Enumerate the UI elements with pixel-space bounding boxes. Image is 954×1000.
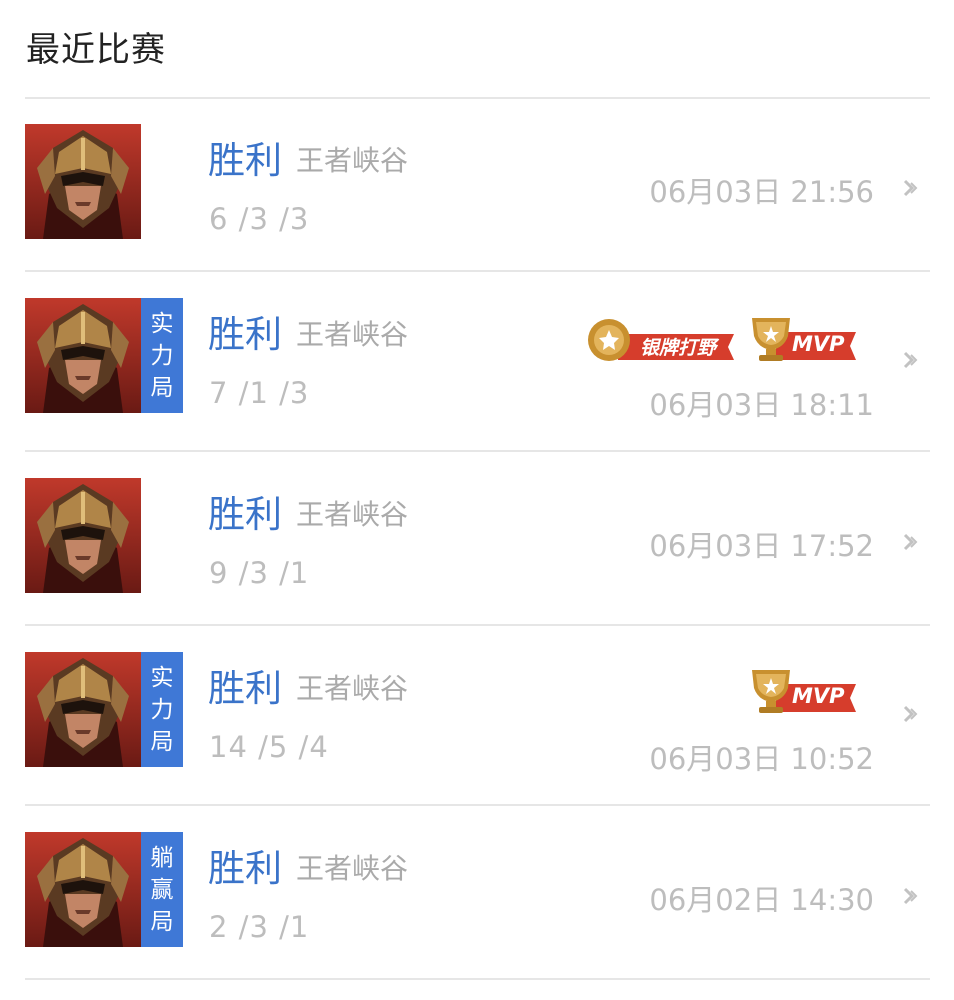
map-name: 王者峡谷 — [296, 852, 409, 885]
hero-avatar — [25, 832, 141, 947]
badge-silver-jungle: 银牌打野 — [584, 316, 736, 364]
hero-avatar — [25, 298, 141, 413]
kda: 2 /3 /1 — [209, 910, 310, 944]
match-result: 胜利 — [208, 139, 282, 182]
match-row[interactable]: 实 力 局 胜利 王者峡谷 14 /5 /4 MVP 06月03日 10:52 — [0, 626, 954, 804]
match-time: 06月02日 14:30 — [649, 883, 874, 917]
badge-label: 银牌打野 — [640, 337, 717, 359]
badge-mvp: MVP — [746, 666, 858, 716]
map-name: 王者峡谷 — [296, 498, 409, 531]
map-name: 王者峡谷 — [296, 144, 409, 177]
mode-tag: 躺 赢 局 — [141, 832, 183, 947]
map-name: 王者峡谷 — [296, 318, 409, 351]
badge-mvp: MVP — [746, 314, 858, 364]
match-row[interactable]: 实 力 局 胜利 王者峡谷 7 /1 /3 银牌打野 MVP 06月03日 18… — [0, 272, 954, 450]
kda: 7 /1 /3 — [209, 376, 310, 410]
badge-label: MVP — [792, 332, 845, 356]
divider — [25, 978, 930, 980]
chevron-right-icon — [903, 351, 918, 369]
badge-label: MVP — [792, 684, 845, 708]
match-row[interactable]: 胜利 王者峡谷 9 /3 /1 06月03日 17:52 — [0, 452, 954, 624]
chevron-right-icon — [903, 705, 918, 723]
kda: 9 /3 /1 — [209, 556, 310, 590]
hero-avatar — [25, 478, 141, 593]
map-name: 王者峡谷 — [296, 672, 409, 705]
mode-tag: 实 力 局 — [141, 298, 183, 413]
mode-tag: 实 力 局 — [141, 652, 183, 767]
chevron-right-icon — [903, 533, 918, 551]
match-time: 06月03日 21:56 — [649, 175, 874, 209]
chevron-right-icon — [903, 179, 918, 197]
kda: 6 /3 /3 — [209, 202, 310, 236]
hero-avatar — [25, 124, 141, 239]
match-result: 胜利 — [208, 493, 282, 536]
match-time: 06月03日 10:52 — [649, 742, 874, 776]
kda: 14 /5 /4 — [209, 730, 329, 764]
hero-avatar — [25, 652, 141, 767]
match-result: 胜利 — [208, 313, 282, 356]
chevron-right-icon — [903, 887, 918, 905]
match-row[interactable]: 躺 赢 局 胜利 王者峡谷 2 /3 /1 06月02日 14:30 — [0, 806, 954, 978]
match-time: 06月03日 18:11 — [649, 388, 874, 422]
match-result: 胜利 — [208, 667, 282, 710]
match-row[interactable]: 胜利 王者峡谷 6 /3 /3 06月03日 21:56 — [0, 98, 954, 270]
match-time: 06月03日 17:52 — [649, 529, 874, 563]
section-title: 最近比赛 — [26, 30, 166, 70]
match-result: 胜利 — [208, 847, 282, 890]
